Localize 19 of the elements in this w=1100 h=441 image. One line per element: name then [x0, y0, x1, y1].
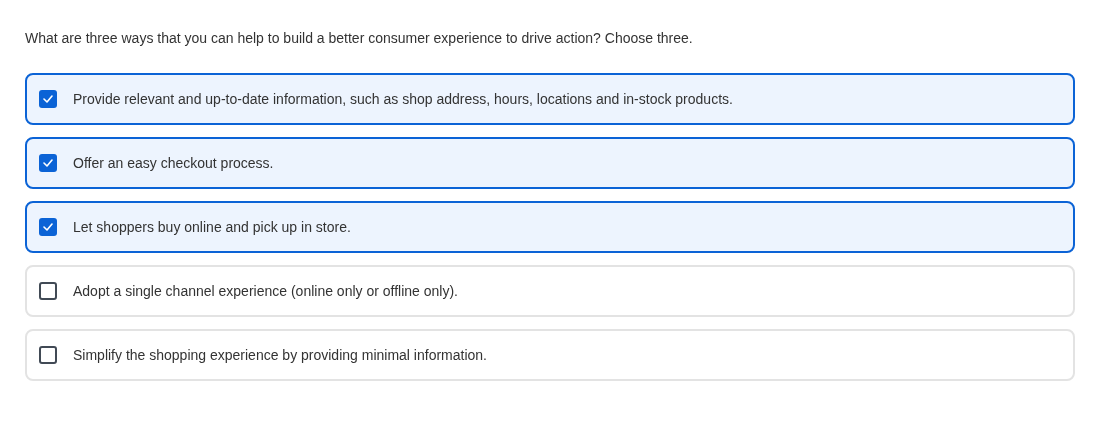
checkmark-icon	[43, 223, 53, 231]
question-text: What are three ways that you can help to build a better consumer experience to drive action? Choose three.	[25, 29, 694, 48]
option-text: Let shoppers buy online and pick up in store.	[73, 218, 351, 237]
option-text: Simplify the shopping experience by providing minimal information.	[73, 346, 487, 365]
checkbox[interactable]	[39, 154, 57, 172]
answer-option[interactable]: Provide relevant and up-to-date information, such as shop address, hours, locations and in-stock products.	[25, 73, 1075, 125]
option-text: Offer an easy checkout process.	[73, 154, 274, 173]
checkbox[interactable]	[39, 282, 57, 300]
answer-option[interactable]: Offer an easy checkout process.	[25, 137, 1075, 189]
checkbox[interactable]	[39, 218, 57, 236]
checkmark-icon	[43, 159, 53, 167]
option-text: Provide relevant and up-to-date information, such as shop address, hours, locations and in-stock products.	[73, 90, 733, 109]
answer-option[interactable]: Let shoppers buy online and pick up in store.	[25, 201, 1075, 253]
checkbox[interactable]	[39, 90, 57, 108]
checkmark-icon	[43, 95, 53, 103]
option-text: Adopt a single channel experience (online only or offline only).	[73, 282, 458, 301]
answer-option[interactable]: Adopt a single channel experience (online only or offline only).	[25, 265, 1075, 317]
answer-option[interactable]: Simplify the shopping experience by providing minimal information.	[25, 329, 1075, 381]
checkbox[interactable]	[39, 346, 57, 364]
